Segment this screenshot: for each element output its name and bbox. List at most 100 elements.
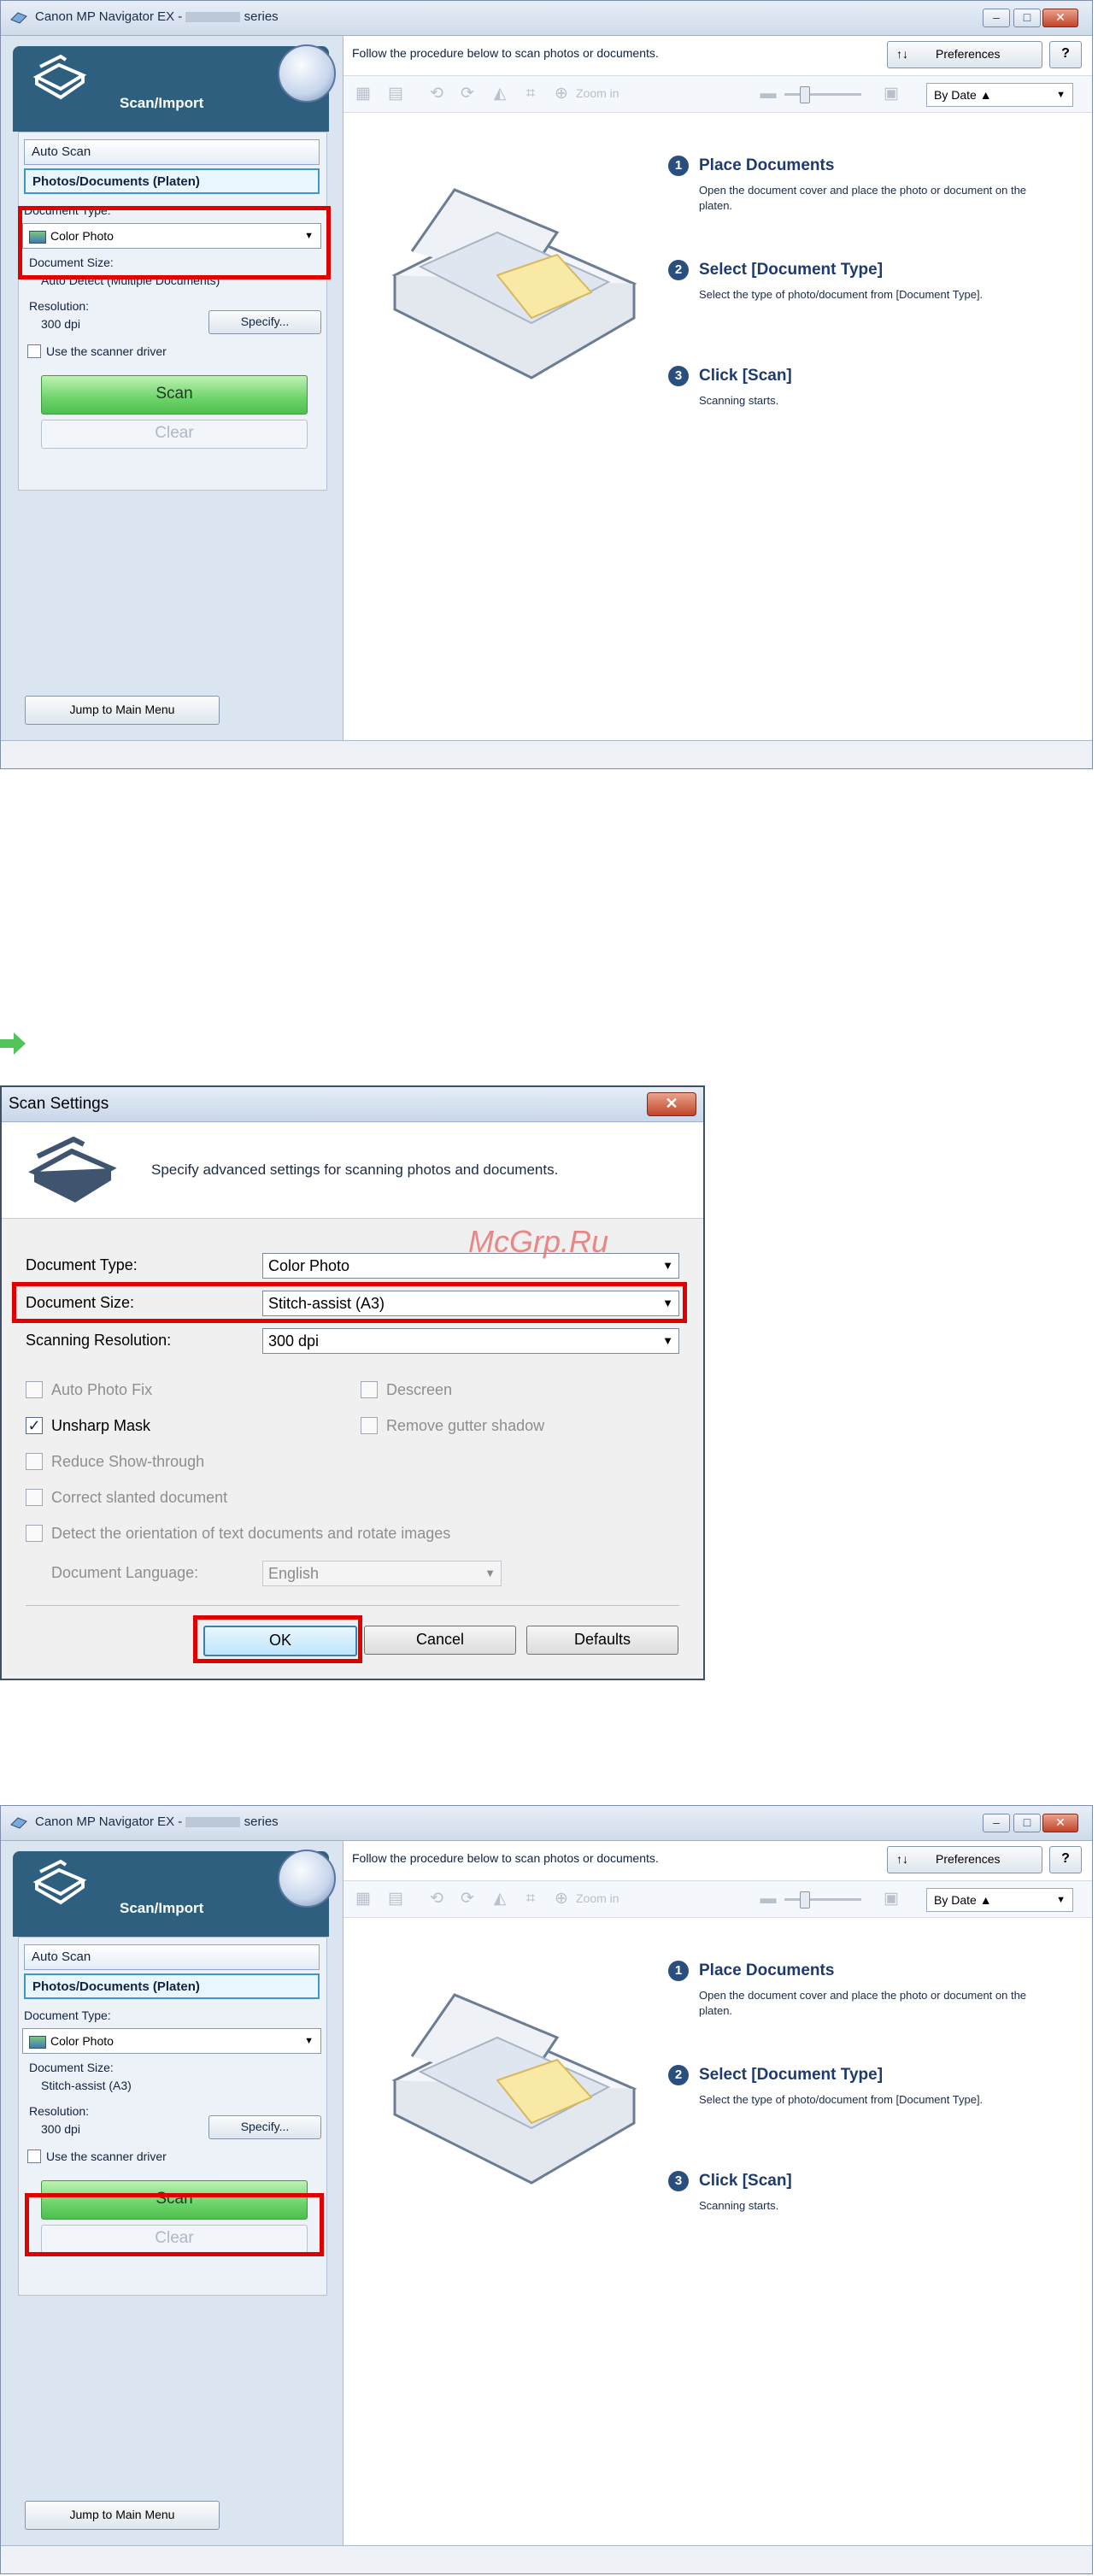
tab-photos-documents[interactable]: Photos/Documents (Platen) [24,168,320,194]
use-driver-checkbox[interactable] [27,344,41,358]
list-view-icon[interactable]: ▤ [386,85,405,103]
slider-thumb[interactable] [800,1891,810,1908]
scan-import-header: Scan/Import [13,1850,336,1937]
unsharp-mask-label: Unsharp Mask [51,1417,151,1434]
step-desc: Scanning starts. [699,2199,779,2212]
watermark: McGrp.Ru [468,1224,609,1259]
large-thumb-icon[interactable]: ▣ [882,85,901,103]
descreen-label: Descreen [386,1381,453,1398]
app-icon [10,1817,27,1829]
help-button[interactable]: ? [1049,1846,1082,1873]
step-title: Select [Document Type] [699,2066,884,2084]
scanner-illustration [391,1993,637,2185]
auto-photo-fix-label: Auto Photo Fix [51,1381,153,1398]
specify-button[interactable]: Specify... [208,2115,321,2139]
jump-main-menu-button[interactable]: Jump to Main Menu [25,696,220,725]
sort-select[interactable]: By Date ▲ ▼ [926,1888,1073,1912]
step-desc: Select the type of photo/document from [… [699,288,984,301]
maximize-button[interactable]: □ [1013,1814,1041,1832]
rotate-right-icon[interactable]: ⟳ [458,1890,477,1908]
scan-import-header: Scan/Import [13,44,336,132]
preferences-button[interactable]: ↑↓ Preferences [887,1846,1042,1873]
scanner-icon [28,1136,117,1203]
thumbnail-size-slider[interactable] [784,1891,861,1908]
slider-thumb[interactable] [800,86,810,103]
dialog-header-text: Specify advanced settings for scanning p… [151,1162,559,1178]
remove-gutter-checkbox[interactable] [361,1417,378,1434]
toolbar: ▦ ▤ ⟲ ⟳ ◭ ⌗ ⊕ Zoom in ▬ ▣ By Date ▲ ▼ [343,75,1092,113]
navigation-globe-icon[interactable] [278,1850,336,1908]
cancel-button[interactable]: Cancel [364,1626,516,1655]
navigation-globe-icon[interactable] [278,44,336,103]
content-area: Follow the procedure below to scan photo… [343,36,1092,741]
navigator-window-1: Canon MP Navigator EX - series – □ ✕ Sca… [0,0,1093,769]
reduce-show-through-checkbox[interactable] [26,1453,43,1470]
tab-auto-scan[interactable]: Auto Scan [24,1944,320,1970]
specify-button[interactable]: Specify... [208,310,321,334]
grid-view-icon[interactable]: ▦ [354,85,373,103]
content-area: Follow the procedure below to scan photo… [343,1841,1092,2546]
preferences-button[interactable]: ↑↓ Preferences [887,41,1042,68]
scanner-icon [32,54,87,100]
tab-auto-scan[interactable]: Auto Scan [24,139,320,165]
zoom-in-label: Zoom in [576,1891,619,1905]
doc-type-select[interactable]: Color Photo ▼ [22,2028,321,2054]
dialog-title-bar: Scan Settings ✕ [2,1087,703,1122]
clear-button[interactable]: Clear [41,420,308,449]
chevron-down-icon: ▼ [484,1567,496,1579]
crop-icon[interactable]: ⌗ [521,1890,540,1908]
rotate-right-icon[interactable]: ⟳ [458,85,477,103]
scan-button[interactable]: Scan [41,375,308,415]
zoom-in-icon[interactable]: ⊕ [552,1890,571,1908]
large-thumb-icon[interactable]: ▣ [882,1890,901,1908]
maximize-button[interactable]: □ [1013,9,1041,27]
mirror-icon[interactable]: ◭ [490,1890,509,1908]
detect-orientation-label: Detect the orientation of text documents… [51,1525,451,1542]
scan-import-label: Scan/Import [120,1900,204,1916]
auto-photo-fix-checkbox[interactable] [26,1381,43,1398]
rotate-left-icon[interactable]: ⟲ [427,85,446,103]
scan-import-label: Scan/Import [120,95,204,111]
thumbnail-size-slider[interactable] [784,86,861,103]
detect-orientation-checkbox[interactable] [26,1525,43,1542]
rotate-left-icon[interactable]: ⟲ [427,1890,446,1908]
sort-select[interactable]: By Date ▲ ▼ [926,83,1073,107]
dialog-close-button[interactable]: ✕ [647,1092,696,1116]
use-driver-checkbox[interactable] [27,2150,41,2163]
correct-slanted-checkbox[interactable] [26,1489,43,1506]
grid-view-icon[interactable]: ▦ [354,1890,373,1908]
doc-type-label: Document Type: [24,2008,111,2022]
reduce-show-through-label: Reduce Show-through [51,1453,205,1470]
mirror-icon[interactable]: ◭ [490,85,509,103]
step-title: Click [Scan] [699,2172,792,2190]
descreen-checkbox[interactable] [361,1381,378,1398]
help-button[interactable]: ? [1049,41,1082,68]
defaults-button[interactable]: Defaults [526,1626,678,1655]
step-title: Place Documents [699,156,835,174]
zoom-in-icon[interactable]: ⊕ [552,85,571,103]
list-view-icon[interactable]: ▤ [386,1890,405,1908]
divider [26,1605,679,1606]
scan-panel: Auto Scan Photos/Documents (Platen) Docu… [18,132,327,491]
dialog-header: Specify advanced settings for scanning p… [2,1122,703,1219]
small-thumb-icon[interactable]: ▬ [759,1890,778,1908]
crop-icon[interactable]: ⌗ [521,85,540,103]
minimize-button[interactable]: – [983,9,1010,27]
document-language-select[interactable]: English ▼ [262,1561,502,1586]
preferences-icon: ↑↓ [896,47,908,61]
navigator-window-2: Canon MP Navigator EX - series – □ ✕ Sca… [0,1805,1093,2574]
jump-main-menu-button[interactable]: Jump to Main Menu [25,2501,220,2530]
chevron-down-icon: ▼ [1056,90,1066,100]
tab-photos-documents[interactable]: Photos/Documents (Platen) [24,1973,320,1999]
resolution-select[interactable]: 300 dpi ▼ [262,1328,679,1354]
color-photo-icon [29,2036,46,2049]
step-desc: Scanning starts. [699,394,779,407]
minimize-button[interactable]: – [983,1814,1010,1832]
close-button[interactable]: ✕ [1042,9,1078,27]
highlight-scan-button [25,2193,324,2256]
chevron-down-icon: ▼ [662,1334,673,1347]
small-thumb-icon[interactable]: ▬ [759,85,778,103]
step-title: Place Documents [699,1961,835,1979]
unsharp-mask-checkbox[interactable]: ✓ [26,1417,43,1434]
close-button[interactable]: ✕ [1042,1814,1078,1832]
